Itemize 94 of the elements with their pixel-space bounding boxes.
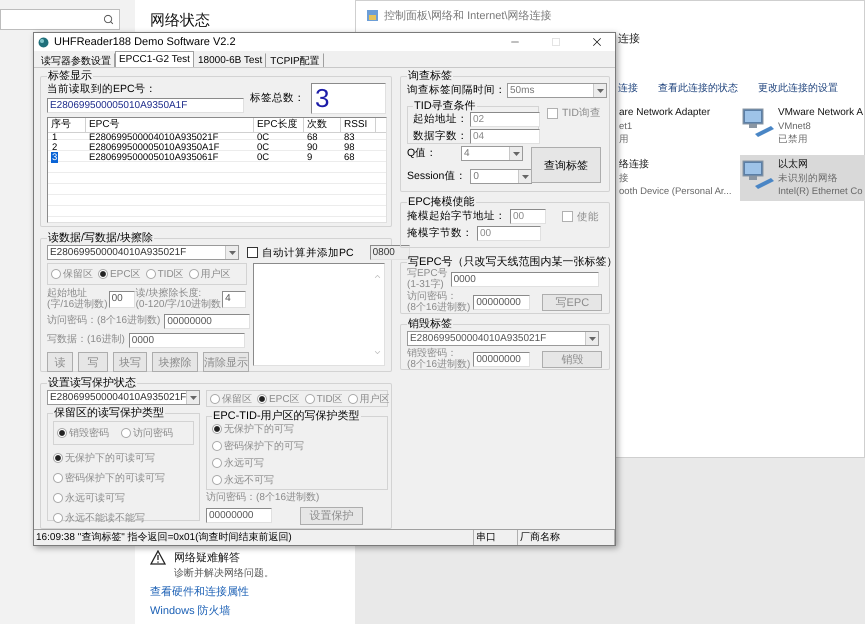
column-header[interactable]: EPC号	[86, 118, 254, 133]
group-title: 设置读写保护状态	[47, 377, 137, 389]
input-field[interactable]: 02	[470, 112, 540, 127]
field-label: 写EPC号 (1-31字)	[407, 269, 448, 290]
toolbar-link[interactable]: 查看此连接的状态	[658, 81, 738, 95]
group-title: 读数据/写数据/块擦除	[47, 232, 154, 244]
table-cell[interactable]: 1	[51, 132, 58, 143]
settings-link[interactable]: 查看硬件和连接属性	[150, 586, 355, 599]
input-field[interactable]: 00	[510, 209, 546, 224]
group-title: 询查标签	[407, 70, 453, 82]
caret-icon	[522, 174, 529, 178]
window-title: UHFReader188 Demo Software V2.2	[54, 36, 237, 48]
troubleshoot-title: 网络疑难解答	[174, 551, 241, 565]
field-label: 标签总数：	[250, 92, 305, 104]
settings-link[interactable]: Windows 防火墙	[150, 605, 355, 618]
field-label: 询查标签间隔时间：	[407, 84, 506, 96]
dropdown[interactable]: 4	[461, 146, 523, 161]
control-panel-icon	[366, 8, 379, 22]
caret-icon	[512, 152, 520, 156]
caret-icon	[228, 250, 236, 254]
query-tags-button[interactable]: 查询标签	[531, 147, 601, 183]
field-label: 起始地址 (字/16进制数)	[47, 289, 108, 310]
toolbar-link[interactable]: 连接	[618, 81, 638, 95]
troubleshoot-subtitle: 诊断并解决网络问题。	[174, 566, 274, 580]
table-cell-text: 0C	[256, 143, 270, 153]
column-header[interactable]: RSSI	[341, 118, 376, 133]
table-cell-text: 0C	[256, 133, 270, 143]
table-cell-text: 90	[306, 143, 319, 153]
field-label: 访问密码：(8个16进制数)	[206, 493, 320, 504]
field-label: 当前读取到的EPC号：	[47, 84, 158, 96]
table-cell-text: 68	[343, 153, 356, 163]
tab[interactable]: TCPIP配置	[266, 53, 324, 67]
dropdown[interactable]: 50ms	[507, 83, 607, 98]
input-field[interactable]: 04	[470, 129, 540, 144]
tag-count: 3	[311, 83, 386, 114]
field-label: Q值：	[407, 148, 438, 159]
adapter-item[interactable]: are Network Adapter et1 用	[618, 103, 740, 149]
field-label: 写数据：(16进制)	[47, 335, 125, 346]
column-header[interactable]: EPC长度	[254, 118, 304, 133]
dropdown[interactable]: 0	[470, 169, 532, 184]
status-text: 串口	[474, 530, 518, 545]
address-text: 连接	[618, 32, 640, 46]
adapter-item[interactable]: 以太网 未识别的网络 Intel(R) Ethernet Co	[740, 155, 865, 201]
field-label: 访问密码：(8个16进制数)	[47, 316, 160, 327]
status-text: 厂商名称	[518, 530, 615, 545]
field-label: 掩模起始字节地址：	[407, 210, 506, 222]
table-cell-text: 68	[306, 133, 319, 143]
network-computer-icon	[741, 158, 775, 190]
group-title: EPC-TID-用户区的写保护类型	[212, 410, 361, 422]
caret-icon	[588, 336, 596, 340]
table-cell-text: 98	[343, 143, 356, 153]
table-cell-text: E280699500005010A9350A1F	[88, 143, 220, 153]
network-computer-icon	[741, 106, 775, 138]
globe-icon	[38, 36, 49, 48]
group-title: EPC掩模使能	[407, 196, 476, 208]
toolbar-link[interactable]: 更改此连接的设置	[758, 81, 838, 95]
field-label: 起始地址：	[413, 114, 468, 125]
status-text: 16:09:38 "查询标签" 指令返回=0x01(询查时间结束前返回)	[34, 530, 474, 545]
maximize-icon	[551, 37, 561, 47]
field-label: 掩模字节数：	[407, 228, 473, 239]
group-title: 写EPC号（只改写天线范围内某一张标签）	[407, 256, 619, 268]
group-title: 保留区的读写保护类型	[53, 407, 165, 419]
page-heading: 网络状态	[150, 12, 211, 29]
column-header[interactable]: 次数	[304, 118, 341, 133]
input-field[interactable]: 00	[477, 226, 541, 241]
table-cell-text: 9	[306, 153, 314, 163]
checkbox[interactable]: TID询查	[547, 106, 601, 120]
adapter-item[interactable]: 络连接 接 ooth Device (Personal Ar...	[618, 155, 740, 201]
table-cell[interactable]: 2	[51, 142, 58, 153]
group-title: 标签显示	[47, 70, 93, 82]
group-title: 销毁标签	[407, 318, 453, 330]
caret-icon	[190, 396, 197, 400]
tab[interactable]: 18000-6B Test	[194, 53, 266, 67]
field-label: 数据字数：	[413, 130, 468, 142]
table-cell[interactable]: 3	[51, 152, 58, 163]
search-field[interactable]	[0, 9, 120, 30]
table-cell-text: E280699500004010A935021F	[88, 133, 220, 143]
warning-icon	[150, 550, 166, 565]
tab[interactable]: EPCC1-G2 Test	[115, 51, 194, 67]
table-cell-text: E280699500005010A935061F	[88, 153, 220, 163]
window-path: 控制面板\网络和 Internet\网络连接	[384, 8, 552, 22]
field-label: 读/块擦除长度: (0-120/字/10进制数	[136, 289, 222, 310]
adapter-item[interactable]: VMware Network A VMnet8 已禁用	[740, 103, 865, 149]
caret-icon	[596, 88, 604, 92]
checkbox[interactable]: 使能	[562, 210, 599, 224]
field-label: Session值：	[407, 170, 466, 182]
table-cell-text: 83	[343, 133, 356, 143]
field-label: 访问密码： (8个16进制数)	[407, 292, 470, 313]
table-cell-text: 0C	[256, 153, 270, 163]
search-icon	[103, 14, 114, 25]
column-header[interactable]: 序号	[48, 118, 86, 133]
field-label: 销毁密码： (8个16进制数)	[407, 349, 470, 370]
input-field[interactable]: E280699500005010A9350A1F	[47, 98, 244, 112]
group-title: TID寻查条件	[413, 100, 477, 112]
